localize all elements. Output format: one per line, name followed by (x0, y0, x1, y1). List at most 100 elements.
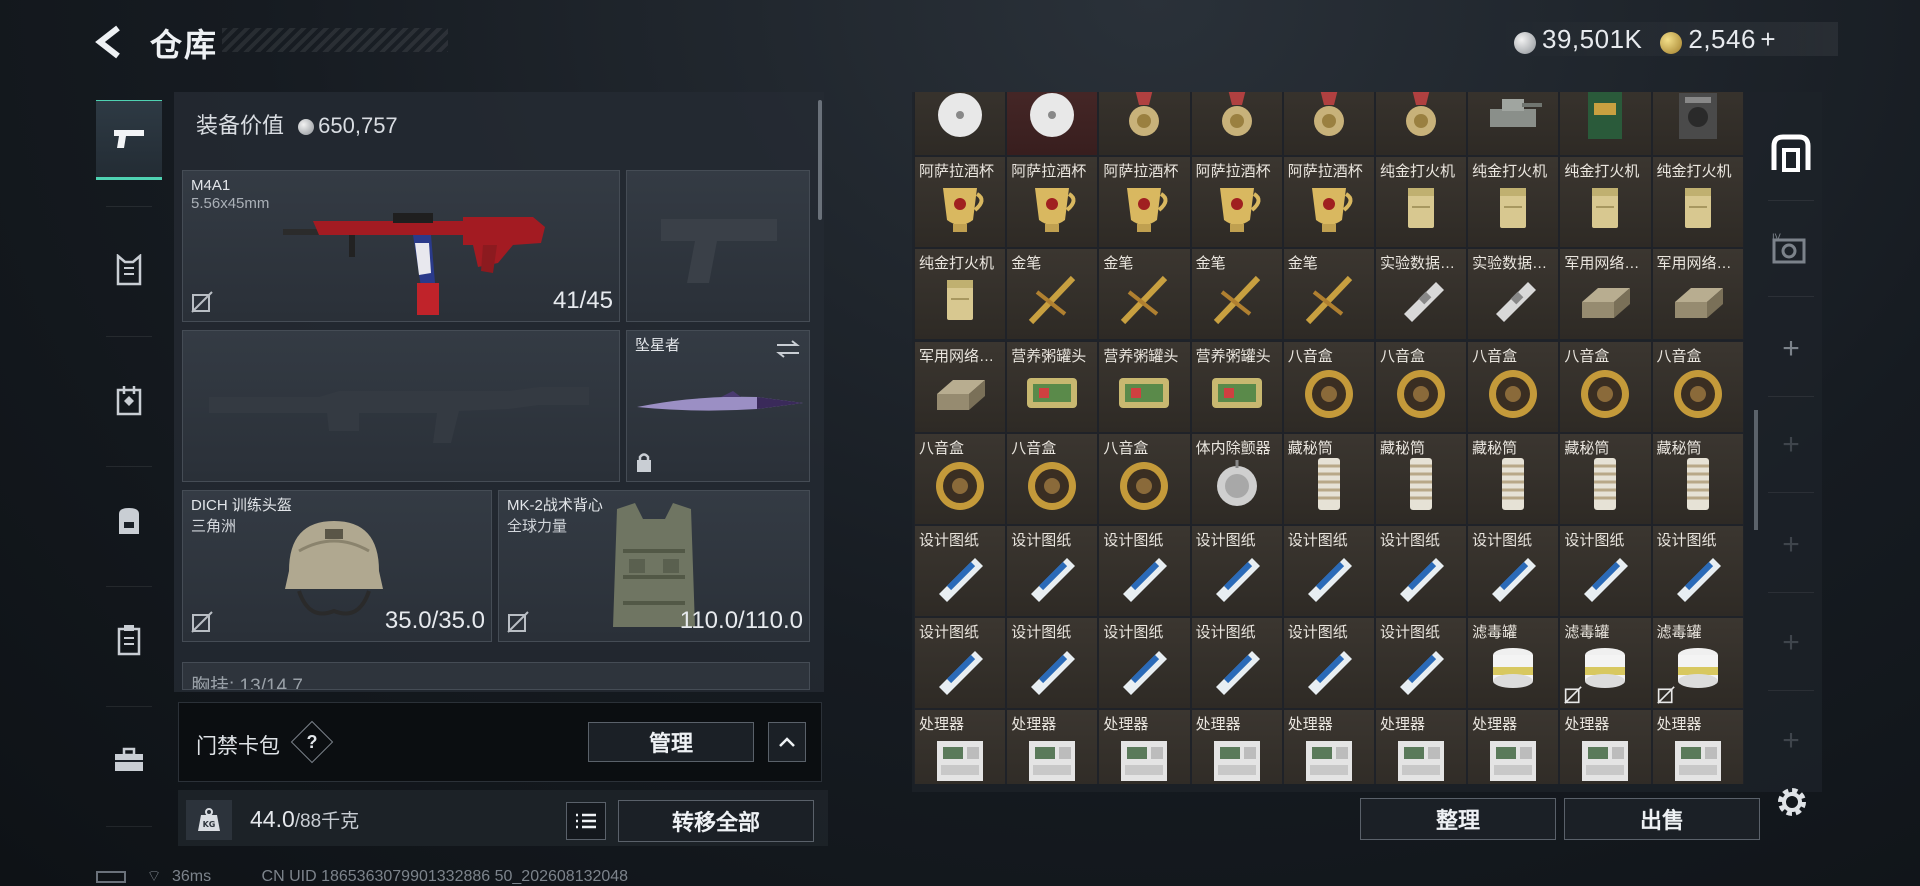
stash-item[interactable]: 设计图纸 (1282, 525, 1375, 617)
stash-item[interactable]: 滤毒罐 (1467, 617, 1560, 710)
stash-item[interactable]: 八音盒 (1559, 340, 1652, 433)
stash-item[interactable]: 八音盒 (1467, 340, 1560, 433)
stash-tab-add-2[interactable]: + (1756, 400, 1826, 490)
nav-chest-rig[interactable] (96, 360, 162, 440)
add-currency-button[interactable]: + (1760, 24, 1776, 54)
stash-item[interactable]: 金笔 (1006, 248, 1099, 341)
stash-tab-add-1[interactable]: + (1756, 304, 1826, 394)
stash-item[interactable]: 营养粥罐头 (1098, 340, 1191, 433)
stash-item[interactable] (1098, 92, 1191, 156)
stash-item[interactable]: 纯金打火机 (1467, 156, 1560, 249)
stash-item[interactable]: 处理器 (1282, 709, 1375, 784)
stash-item[interactable]: 藏秘筒 (1651, 432, 1744, 525)
nav-secure-case[interactable] (96, 600, 162, 680)
stash-item[interactable]: 设计图纸 (1006, 525, 1099, 617)
nav-armor[interactable] (96, 230, 162, 310)
stash-item[interactable]: 处理器 (914, 709, 1007, 784)
stash-item[interactable]: 纯金打火机 (1559, 156, 1652, 249)
nav-weapons[interactable] (96, 100, 162, 180)
stash-item[interactable] (914, 92, 1007, 156)
stash-item[interactable]: 处理器 (1006, 709, 1099, 784)
stash-item[interactable]: 设计图纸 (1467, 525, 1560, 617)
stash-tab-add-3[interactable]: + (1756, 500, 1826, 590)
stash-item[interactable]: 纯金打火机 (1651, 156, 1744, 249)
stash-tab-main[interactable] (1756, 108, 1826, 198)
helmet-slot[interactable]: DICH 训练头盔 三角洲 35.0/35.0 (182, 490, 492, 642)
stash-tab-add-5[interactable]: + (1756, 696, 1826, 786)
stash-item[interactable]: 设计图纸 (1282, 617, 1375, 710)
stash-item[interactable] (1282, 92, 1375, 156)
stash-item[interactable] (1006, 92, 1099, 156)
stash-item[interactable]: 藏秘筒 (1467, 432, 1560, 525)
stash-item[interactable]: 阿萨拉酒杯 (1282, 156, 1375, 249)
primary-weapon-slot[interactable]: M4A1 5.56x45mm 41/45 (182, 170, 620, 322)
stash-item[interactable]: 设计图纸 (1651, 525, 1744, 617)
settings-gear-icon[interactable] (1770, 780, 1814, 824)
stash-item[interactable] (1559, 92, 1652, 156)
gold-currency[interactable]: 2,546 + (1660, 24, 1776, 55)
stash-item[interactable]: 军用网络… (914, 340, 1007, 433)
stash-item[interactable] (1467, 92, 1560, 156)
list-view-button[interactable] (566, 802, 606, 840)
stash-item[interactable]: 藏秘筒 (1559, 432, 1652, 525)
stash-item[interactable]: 八音盒 (1282, 340, 1375, 433)
stash-item[interactable]: 阿萨拉酒杯 (1006, 156, 1099, 249)
stash-item[interactable]: 滤毒罐 (1651, 617, 1744, 710)
stash-item[interactable] (1374, 92, 1468, 156)
secondary-weapon-slot[interactable] (626, 170, 810, 322)
stash-item[interactable]: 实验数据… (1467, 248, 1560, 341)
loadout-scrollbar[interactable] (818, 100, 822, 220)
collapse-button[interactable] (768, 722, 806, 762)
nav-backpack[interactable] (96, 480, 162, 560)
stash-item[interactable]: 藏秘筒 (1374, 432, 1468, 525)
stash-item[interactable]: 滤毒罐 (1559, 617, 1652, 710)
stash-item[interactable]: 设计图纸 (1190, 617, 1283, 710)
stash-item[interactable]: 金笔 (1190, 248, 1283, 341)
manage-button[interactable]: 管理 (588, 722, 754, 762)
stash-item[interactable]: 八音盒 (914, 432, 1007, 525)
stash-item[interactable]: 设计图纸 (1374, 617, 1468, 710)
nav-toolbox[interactable] (96, 720, 162, 800)
stash-item[interactable]: 处理器 (1098, 709, 1191, 784)
stash-item[interactable]: 处理器 (1559, 709, 1652, 784)
stash-item[interactable]: 军用网络… (1651, 248, 1744, 341)
secondary-primary-slot[interactable] (182, 330, 620, 482)
stash-item[interactable]: 设计图纸 (914, 525, 1007, 617)
stash-tab-collection[interactable]: IV (1756, 204, 1826, 294)
stash-item[interactable]: 实验数据… (1374, 248, 1468, 341)
stash-item[interactable]: 设计图纸 (1098, 525, 1191, 617)
back-arrow-icon[interactable] (92, 22, 132, 62)
stash-item[interactable]: 设计图纸 (1190, 525, 1283, 617)
stash-item[interactable] (1190, 92, 1283, 156)
stash-item[interactable]: 八音盒 (1374, 340, 1468, 433)
armor-slot[interactable]: MK-2战术背心 全球力量 110.0/110.0 (498, 490, 810, 642)
swap-arrows-icon[interactable] (775, 339, 801, 359)
stash-item[interactable]: 设计图纸 (1559, 525, 1652, 617)
stash-item[interactable] (1651, 92, 1744, 156)
stash-item[interactable]: 金笔 (1098, 248, 1191, 341)
transfer-all-button[interactable]: 转移全部 (618, 800, 814, 842)
stash-item[interactable]: 军用网络… (1559, 248, 1652, 341)
stash-item[interactable]: 设计图纸 (1006, 617, 1099, 710)
stash-item[interactable]: 设计图纸 (1374, 525, 1468, 617)
stash-item[interactable]: 处理器 (1190, 709, 1283, 784)
stash-item[interactable]: 处理器 (1374, 709, 1468, 784)
stash-item[interactable]: 藏秘筒 (1282, 432, 1375, 525)
stash-item[interactable]: 金笔 (1282, 248, 1375, 341)
stash-item[interactable]: 营养粥罐头 (1006, 340, 1099, 433)
stash-item[interactable]: 设计图纸 (914, 617, 1007, 710)
stash-item[interactable]: 纯金打火机 (914, 248, 1007, 341)
stash-item[interactable]: 营养粥罐头 (1190, 340, 1283, 433)
organize-button[interactable]: 整理 (1360, 798, 1556, 840)
stash-item[interactable]: 处理器 (1467, 709, 1560, 784)
stash-item[interactable]: 阿萨拉酒杯 (1190, 156, 1283, 249)
stash-item[interactable]: 纯金打火机 (1374, 156, 1468, 249)
stash-item[interactable]: 体内除颤器 (1190, 432, 1283, 525)
stash-item[interactable]: 处理器 (1651, 709, 1744, 784)
chest-rig-row[interactable]: 胸挂: 13/14 7 (182, 662, 810, 690)
stash-tab-add-4[interactable]: + (1756, 598, 1826, 688)
stash-item[interactable]: 八音盒 (1098, 432, 1191, 525)
stash-item[interactable]: 阿萨拉酒杯 (1098, 156, 1191, 249)
stash-item[interactable]: 八音盒 (1006, 432, 1099, 525)
sell-button[interactable]: 出售 (1564, 798, 1760, 840)
